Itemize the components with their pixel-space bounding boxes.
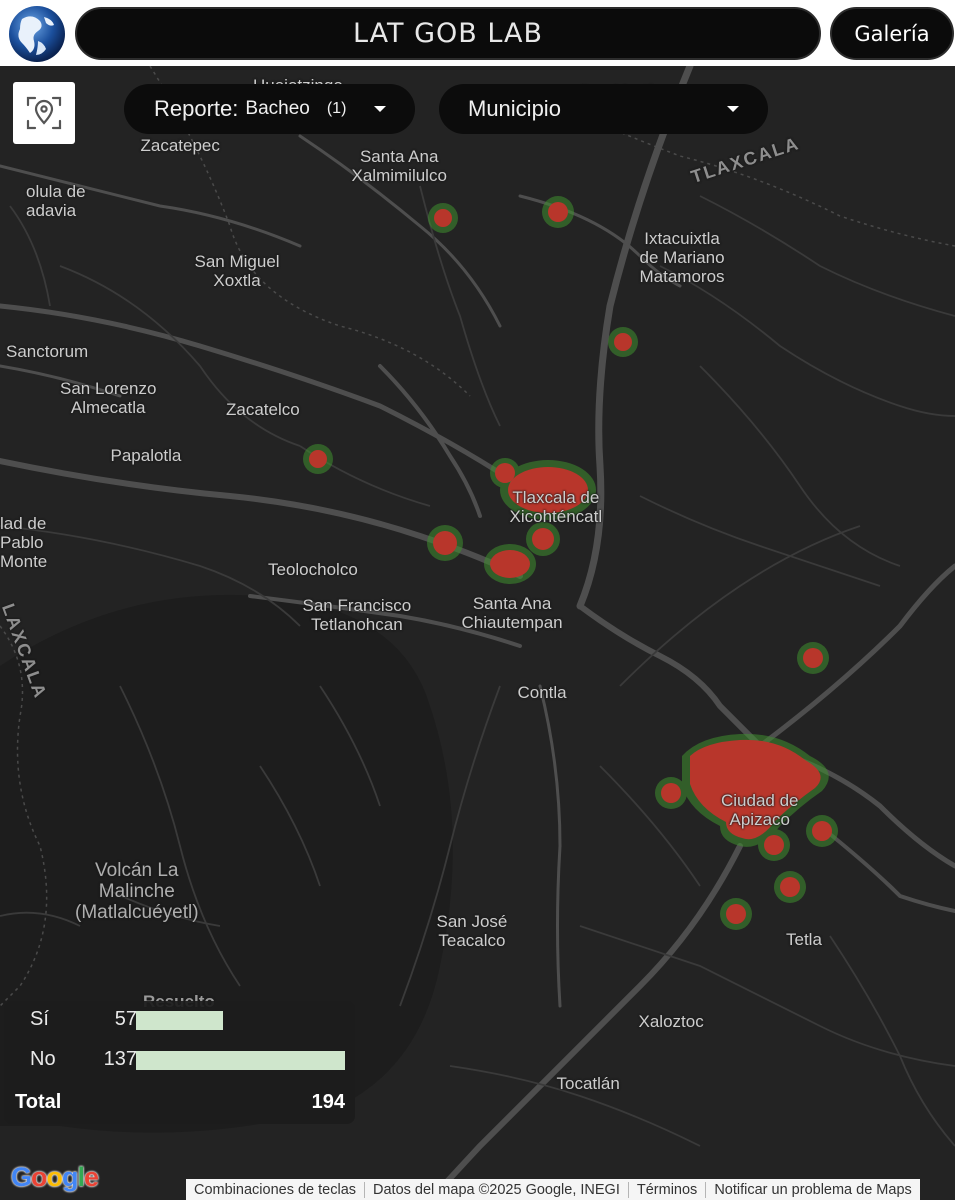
stat-label-si: Sí — [30, 1008, 49, 1030]
place-label: Zacatepec — [140, 136, 220, 155]
stat-label-no: No — [30, 1048, 56, 1070]
globe-icon[interactable] — [8, 5, 66, 63]
my-location-button[interactable] — [13, 82, 75, 144]
place-label: Xaloztoc — [638, 1012, 704, 1031]
report-filter-label: Reporte: — [154, 96, 239, 121]
place-label: Santa Ana Chiautempan — [461, 594, 563, 632]
place-label: San José Teacalco — [436, 912, 508, 950]
place-label: Papalotla — [110, 446, 182, 465]
stats-panel: Sí 57 No 137 Total 194 — [4, 1001, 355, 1124]
place-label: Volcán La Malinche (Matlalcuéyetl) — [75, 860, 199, 923]
map-canvas[interactable]: HueiotzingoSan MartínZacatepecSanta Ana … — [0, 66, 955, 1200]
report-problem-link[interactable]: Notificar un problema de Maps — [706, 1182, 919, 1198]
app-title-bar: LAT GOB LAB — [75, 7, 821, 60]
terms-link[interactable]: Términos — [629, 1181, 707, 1198]
place-label: Tetla — [786, 930, 822, 949]
stat-total-label: Total — [15, 1091, 62, 1113]
place-label: Santa Ana Xalmimilulco — [351, 147, 447, 185]
place-label: Tocatlán — [556, 1074, 620, 1093]
place-label: Zacatelco — [226, 400, 300, 419]
keyboard-shortcuts-link[interactable]: Combinaciones de teclas — [186, 1181, 366, 1198]
gallery-button[interactable]: Galería — [830, 7, 954, 60]
chevron-down-icon — [374, 106, 386, 112]
stat-total-value: 194 — [311, 1091, 345, 1113]
google-logo: Google — [11, 1162, 99, 1192]
stat-bar-no — [136, 1051, 345, 1070]
place-label: lad de Pablo Monte — [0, 514, 48, 571]
app-title: LAT GOB LAB — [352, 18, 544, 49]
location-pin-icon — [26, 96, 62, 130]
place-label: Sanctorum — [6, 342, 89, 361]
place-label: Tlaxcala de Xicohténcatl — [509, 488, 603, 526]
report-filter-value: Bacheo — [245, 98, 310, 119]
municipality-filter-label: Municipio — [468, 96, 561, 121]
municipality-filter-dropdown[interactable]: Municipio — [439, 84, 768, 134]
place-label: Ciudad de Apizaco — [721, 791, 799, 829]
stat-bar-si — [136, 1011, 223, 1030]
report-filter-dropdown[interactable]: Reporte: Bacheo (1) — [124, 84, 415, 134]
place-label: San Miguel Xoxtla — [194, 252, 280, 290]
stat-value-no: 137 — [103, 1048, 137, 1070]
place-label: Ixtacuixtla de Mariano Matamoros — [639, 229, 725, 286]
place-label: San Lorenzo Almecatla — [60, 379, 157, 417]
top-bar: LAT GOB LAB Galería — [0, 0, 955, 66]
stat-value-si: 57 — [114, 1008, 137, 1030]
place-label: olula de adavia — [26, 182, 86, 220]
chevron-down-icon — [727, 106, 739, 112]
place-label: Teolocholco — [268, 560, 358, 579]
report-filter-count: (1) — [326, 100, 347, 117]
map-attribution: Combinaciones de teclas Datos del mapa ©… — [186, 1179, 920, 1200]
place-label: Contla — [517, 683, 567, 702]
place-label: San Francisco Tetlanohcan — [302, 596, 412, 634]
map-data-credit: Datos del mapa ©2025 Google, INEGI — [365, 1181, 629, 1198]
